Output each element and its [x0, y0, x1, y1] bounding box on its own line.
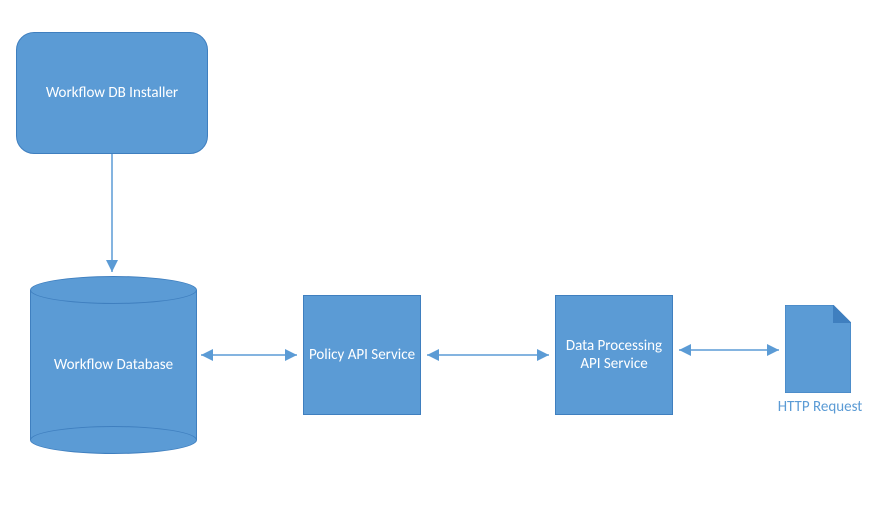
edge-dataproc-http [675, 346, 783, 354]
node-installer: Workflow DB Installer [16, 32, 208, 154]
node-policy-label: Policy API Service [309, 346, 415, 364]
node-http-label: HTTP Request [770, 398, 870, 416]
node-policy: Policy API Service [303, 295, 421, 415]
edge-database-policy [197, 351, 301, 359]
node-dataproc-label: Data Processing API Service [560, 337, 668, 373]
node-dataproc: Data Processing API Service [555, 295, 673, 415]
node-http [785, 305, 851, 398]
node-installer-label: Workflow DB Installer [46, 84, 178, 102]
node-database-label: Workflow Database [54, 356, 173, 374]
edge-policy-dataproc [423, 351, 553, 359]
document-icon [785, 305, 851, 393]
node-database: Workflow Database [30, 290, 197, 440]
edge-installer-database [108, 154, 116, 276]
